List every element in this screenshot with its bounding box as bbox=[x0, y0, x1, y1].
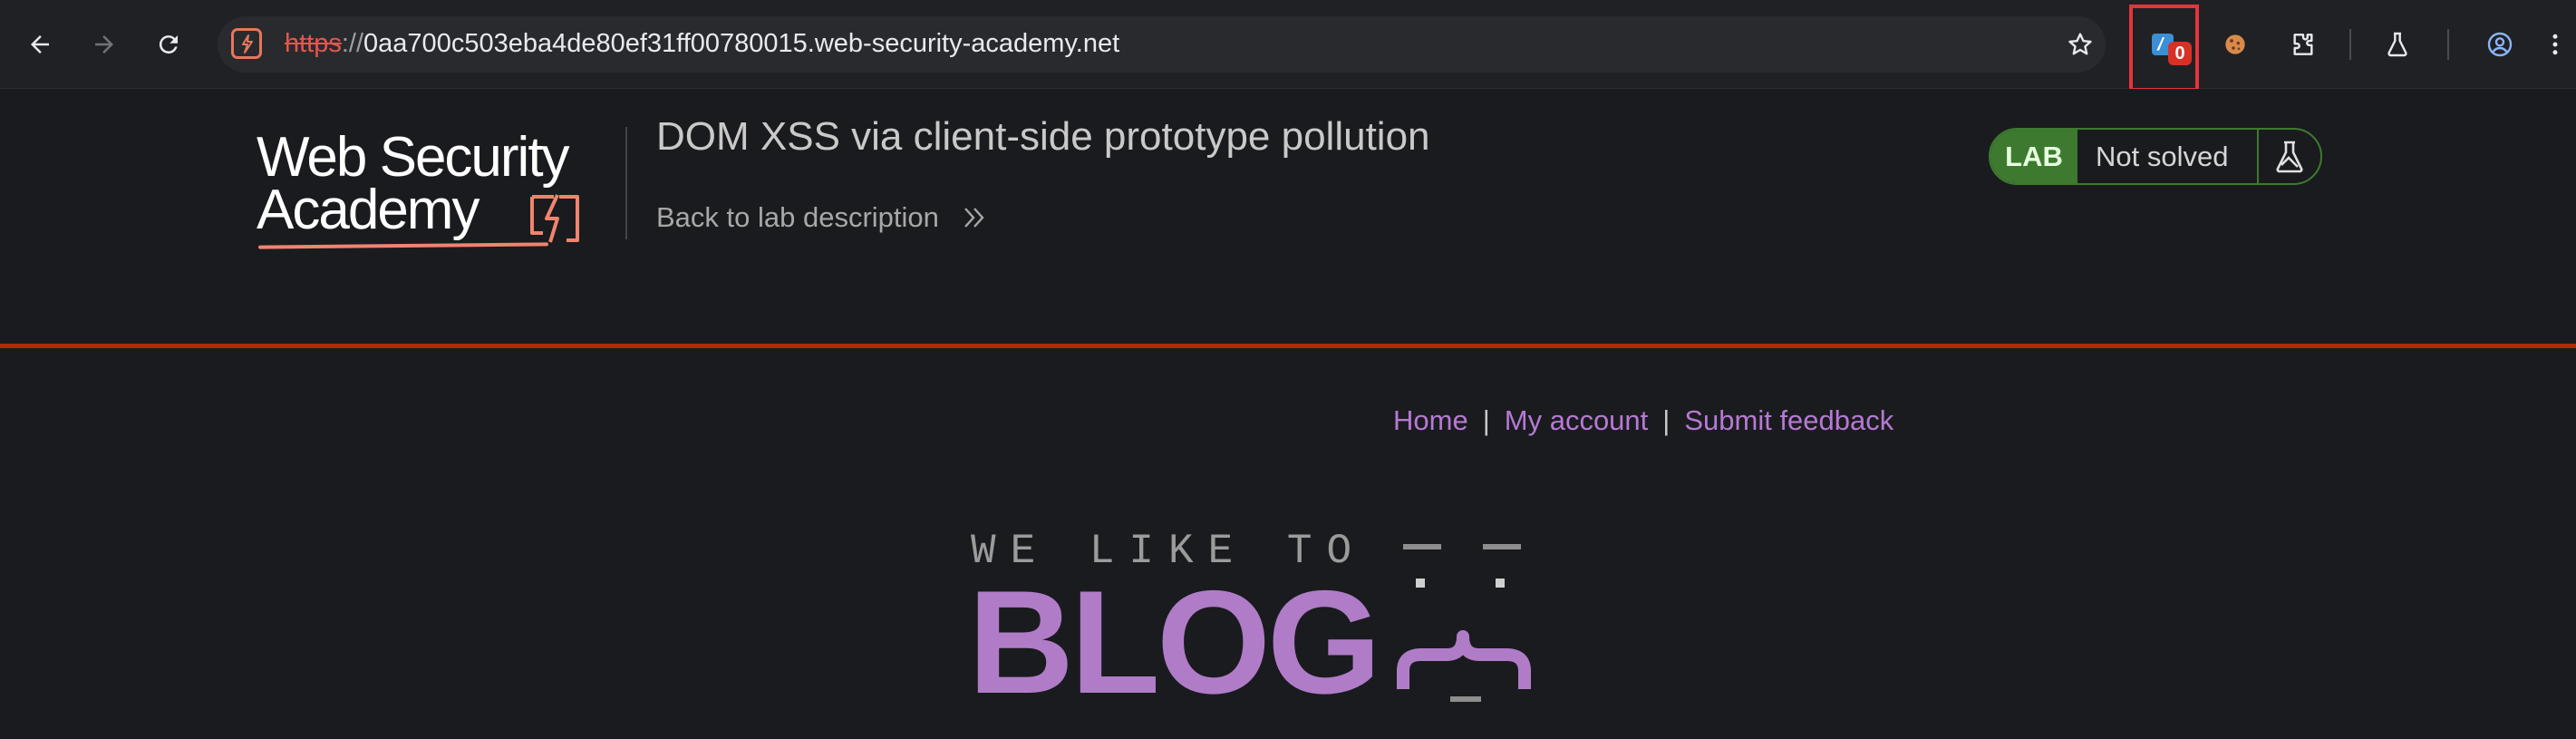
web-security-academy-logo[interactable]: Web Security Academy bbox=[257, 130, 628, 252]
site-info-icon[interactable] bbox=[231, 28, 262, 59]
arrow-right-icon bbox=[95, 35, 113, 53]
banner-face-icon bbox=[1397, 544, 1531, 702]
lab-title: DOM XSS via client-side prototype pollut… bbox=[656, 114, 1430, 159]
profile-button[interactable] bbox=[2477, 22, 2523, 67]
extensions-menu-button[interactable] bbox=[2281, 22, 2326, 67]
header-divider bbox=[625, 127, 627, 239]
double-chevron-right-icon bbox=[964, 208, 984, 228]
url-text[interactable]: https://0aa700c503eba4de80ef31ff00780015… bbox=[285, 25, 1119, 62]
lab-label: LAB bbox=[1990, 130, 2077, 183]
blog-banner: WE LIKE TO BLOG bbox=[968, 526, 1621, 716]
nav-submit-feedback-link[interactable]: Submit feedback bbox=[1684, 404, 1893, 436]
bookmark-star-button[interactable] bbox=[2058, 22, 2103, 67]
academy-bolt-icon bbox=[530, 194, 579, 243]
browser-toolbar: https://0aa700c503eba4de80ef31ff00780015… bbox=[0, 0, 2576, 92]
url-host: 0aa700c503eba4de80ef31ff00780015.web-sec… bbox=[363, 29, 1120, 58]
nav-my-account-link[interactable]: My account bbox=[1505, 404, 1649, 436]
banner-title: BLOG bbox=[968, 560, 1381, 724]
nav-separator: | bbox=[1482, 404, 1490, 436]
url-scheme: https bbox=[285, 29, 342, 58]
toolbar-separator bbox=[2349, 29, 2351, 60]
back-button[interactable] bbox=[17, 22, 63, 67]
logo-line1: Web Security bbox=[257, 126, 570, 189]
browser-menu-button[interactable] bbox=[2542, 22, 2569, 67]
highlight-box bbox=[2129, 5, 2199, 92]
back-to-lab-description-link[interactable]: Back to lab description bbox=[656, 201, 939, 234]
reload-icon bbox=[159, 35, 178, 54]
cookie-icon bbox=[2225, 34, 2245, 54]
reload-button[interactable] bbox=[146, 22, 191, 67]
site-nav: Home | My account | Submit feedback bbox=[1393, 404, 1893, 437]
nav-home-link[interactable]: Home bbox=[1393, 404, 1468, 436]
puzzle-icon bbox=[2293, 34, 2313, 55]
labs-button[interactable] bbox=[2375, 22, 2420, 67]
url-separator: :// bbox=[341, 29, 364, 58]
forward-button[interactable] bbox=[82, 22, 127, 67]
lab-status-text: Not solved bbox=[2096, 140, 2229, 172]
nav-separator: | bbox=[1662, 404, 1671, 436]
logo-line2: Academy bbox=[257, 179, 479, 241]
kebab-menu-icon bbox=[2552, 34, 2558, 55]
flask-icon bbox=[2387, 32, 2407, 57]
arrow-left-icon bbox=[31, 35, 49, 53]
extension-cookie-button[interactable] bbox=[2213, 22, 2258, 67]
logo-underline bbox=[257, 242, 549, 249]
lab-flask-icon bbox=[2257, 130, 2320, 183]
profile-icon bbox=[2487, 32, 2513, 57]
toolbar-separator bbox=[2447, 29, 2449, 60]
lab-status-widget: LAB Not solved bbox=[1989, 128, 2322, 185]
star-icon bbox=[2068, 33, 2092, 55]
